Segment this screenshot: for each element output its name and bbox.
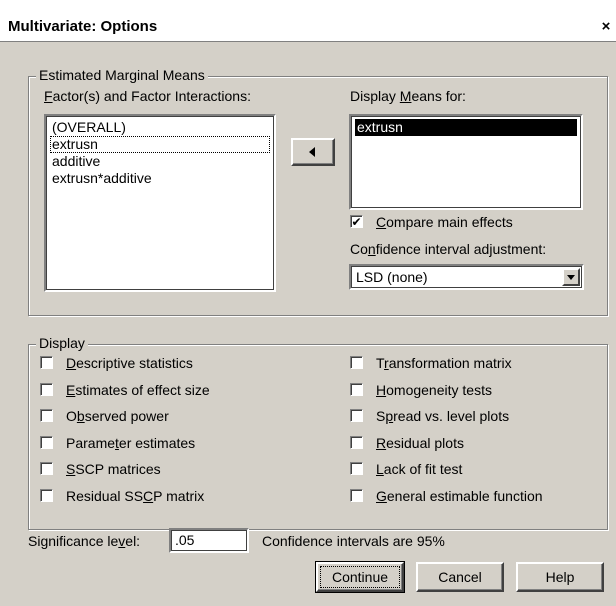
checkbox-box bbox=[350, 409, 363, 422]
display-option-label: General estimable function bbox=[376, 487, 543, 504]
ci-adjustment-label: Confidence interval adjustment: bbox=[350, 241, 547, 257]
display-option-checkbox[interactable]: Residual plots bbox=[350, 434, 610, 452]
display-option-checkbox[interactable]: Estimates of effect size bbox=[40, 381, 300, 399]
compare-main-effects-label: Compare main effects bbox=[376, 214, 513, 230]
list-item[interactable]: extrusn bbox=[355, 119, 577, 136]
checkbox-box bbox=[40, 488, 53, 502]
move-left-button[interactable] bbox=[291, 138, 335, 166]
estimated-marginal-means-legend: Estimated Marginal Means bbox=[36, 67, 208, 83]
checkbox-box bbox=[350, 488, 363, 502]
checkbox-box bbox=[40, 356, 53, 369]
display-option-checkbox[interactable]: General estimable function bbox=[350, 487, 610, 505]
checkbox-box: ✔ bbox=[350, 215, 363, 229]
list-item[interactable]: extrusn bbox=[50, 136, 270, 153]
cancel-label: Cancel bbox=[438, 569, 482, 585]
display-option-checkbox[interactable]: Descriptive statistics bbox=[40, 354, 300, 372]
significance-label: Significance level: bbox=[28, 533, 141, 549]
checkbox-box bbox=[40, 409, 53, 422]
display-legend: Display bbox=[36, 335, 88, 351]
significance-level-input[interactable]: .05 bbox=[169, 528, 249, 553]
display-option-checkbox[interactable]: Parameter estimates bbox=[40, 434, 300, 452]
options-dialog: Multivariate: Options × Estimated Margin… bbox=[0, 14, 616, 606]
display-option-label: Descriptive statistics bbox=[66, 355, 193, 371]
display-option-label: Spread vs. level plots bbox=[376, 408, 510, 424]
display-option-label: Lack of fit test bbox=[376, 461, 463, 477]
display-option-checkbox[interactable]: SSCP matrices bbox=[40, 460, 300, 478]
checkbox-box bbox=[350, 382, 363, 396]
display-option-label: Parameter estimates bbox=[66, 434, 196, 451]
display-option-label: Transformation matrix bbox=[376, 355, 512, 371]
display-option-label: SSCP matrices bbox=[66, 461, 161, 477]
help-button[interactable]: Help bbox=[516, 562, 604, 592]
display-option-label: Observed power bbox=[66, 408, 169, 424]
dialog-title: Multivariate: Options bbox=[8, 18, 158, 35]
list-item[interactable]: additive bbox=[50, 153, 270, 170]
display-option-label: Estimates of effect size bbox=[66, 381, 210, 398]
display-option-label: Residual SSCP matrix bbox=[66, 487, 205, 504]
display-option-checkbox[interactable]: Homogeneity tests bbox=[350, 381, 610, 399]
factors-label: Factor(s) and Factor Interactions: bbox=[44, 88, 251, 104]
help-label: Help bbox=[545, 569, 575, 585]
compare-main-effects-checkbox[interactable]: ✔ Compare main effects bbox=[350, 213, 550, 231]
factors-listbox[interactable]: (OVERALL) extrusn additive extrusn*addit… bbox=[44, 114, 276, 292]
display-means-listbox[interactable]: extrusn bbox=[349, 114, 583, 210]
checkbox-box bbox=[350, 356, 363, 369]
chevron-down-icon bbox=[567, 275, 575, 280]
checkbox-box bbox=[350, 462, 363, 475]
display-option-checkbox[interactable]: Transformation matrix bbox=[350, 354, 610, 372]
display-means-label: Display Means for: bbox=[350, 88, 466, 104]
close-icon[interactable]: × bbox=[598, 18, 614, 36]
arrow-left-icon bbox=[309, 147, 315, 157]
display-option-label: Residual plots bbox=[376, 434, 464, 451]
display-option-checkbox[interactable]: Spread vs. level plots bbox=[350, 407, 610, 425]
checkbox-box bbox=[40, 435, 53, 449]
cancel-button[interactable]: Cancel bbox=[416, 562, 504, 592]
dropdown-button[interactable] bbox=[562, 268, 580, 286]
background-caption-fragment bbox=[0, 0, 616, 14]
list-item[interactable]: extrusn*additive bbox=[50, 170, 270, 187]
checkbox-box bbox=[40, 462, 53, 475]
display-option-checkbox[interactable]: Observed power bbox=[40, 407, 300, 425]
continue-button[interactable]: Continue bbox=[315, 561, 405, 593]
ci-adjustment-value: LSD (none) bbox=[356, 269, 428, 285]
checkbox-box bbox=[40, 382, 53, 396]
display-option-checkbox[interactable]: Lack of fit test bbox=[350, 460, 610, 478]
confidence-interval-text: Confidence intervals are 95% bbox=[262, 533, 445, 549]
display-option-checkbox[interactable]: Residual SSCP matrix bbox=[40, 487, 300, 505]
focus-ring bbox=[320, 566, 400, 588]
title-bar[interactable]: Multivariate: Options × bbox=[0, 14, 616, 42]
list-item[interactable]: (OVERALL) bbox=[50, 119, 270, 136]
ci-adjustment-dropdown[interactable]: LSD (none) bbox=[349, 264, 584, 290]
display-option-label: Homogeneity tests bbox=[376, 381, 492, 398]
checkbox-box bbox=[350, 435, 363, 449]
